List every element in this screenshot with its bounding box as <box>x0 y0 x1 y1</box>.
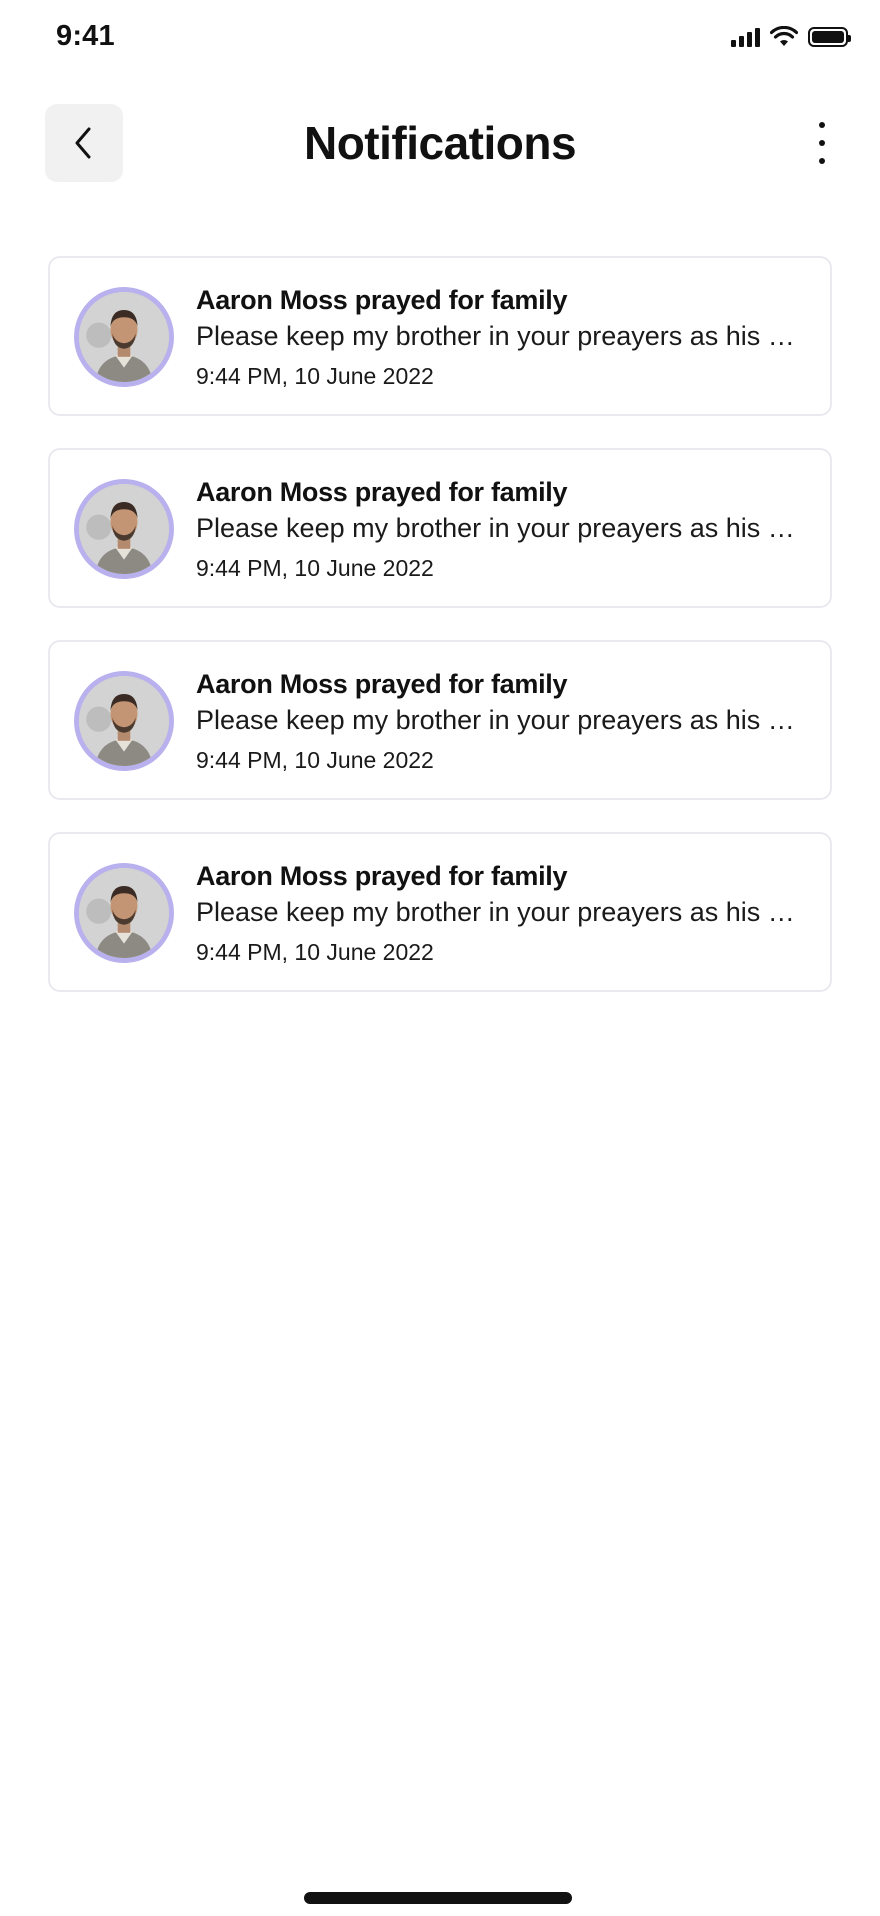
notification-card[interactable]: Aaron Moss prayed for family Please keep… <box>48 448 832 608</box>
notification-card[interactable]: Aaron Moss prayed for family Please keep… <box>48 640 832 800</box>
more-vertical-icon <box>819 122 825 128</box>
wifi-icon <box>770 26 798 46</box>
battery-icon <box>808 27 851 47</box>
page-title: Notifications <box>303 117 577 169</box>
signal-icon <box>731 27 760 47</box>
notification-time: 9:44 PM, 10 June 2022 <box>196 939 434 965</box>
notification-card[interactable]: Aaron Moss prayed for family Please keep… <box>48 832 832 992</box>
avatar <box>74 671 174 771</box>
notification-title: Aaron Moss prayed for family <box>196 669 568 699</box>
status-time: 9:41 <box>56 20 115 52</box>
avatar <box>74 287 174 387</box>
notification-list: Aaron Moss prayed for family Please keep… <box>48 256 832 1024</box>
notification-body: Please keep my brother in your preayers … <box>196 897 804 927</box>
notification-title: Aaron Moss prayed for family <box>196 861 568 891</box>
notifications-screen: 9:41 Notifications Aaron Moss prayed for… <box>0 0 880 1916</box>
notification-body: Please keep my brother in your preayers … <box>196 513 804 543</box>
notification-title: Aaron Moss prayed for family <box>196 285 568 315</box>
home-indicator <box>304 1892 572 1904</box>
avatar <box>74 863 174 963</box>
notification-body: Please keep my brother in your preayers … <box>196 321 804 351</box>
notification-time: 9:44 PM, 10 June 2022 <box>196 747 434 773</box>
notification-title: Aaron Moss prayed for family <box>196 477 568 507</box>
status-icons <box>731 26 851 48</box>
notification-card[interactable]: Aaron Moss prayed for family Please keep… <box>48 256 832 416</box>
more-options-button[interactable] <box>802 118 842 168</box>
notification-time: 9:44 PM, 10 June 2022 <box>196 363 434 389</box>
notification-time: 9:44 PM, 10 June 2022 <box>196 555 434 581</box>
avatar <box>74 479 174 579</box>
notification-body: Please keep my brother in your preayers … <box>196 705 804 735</box>
